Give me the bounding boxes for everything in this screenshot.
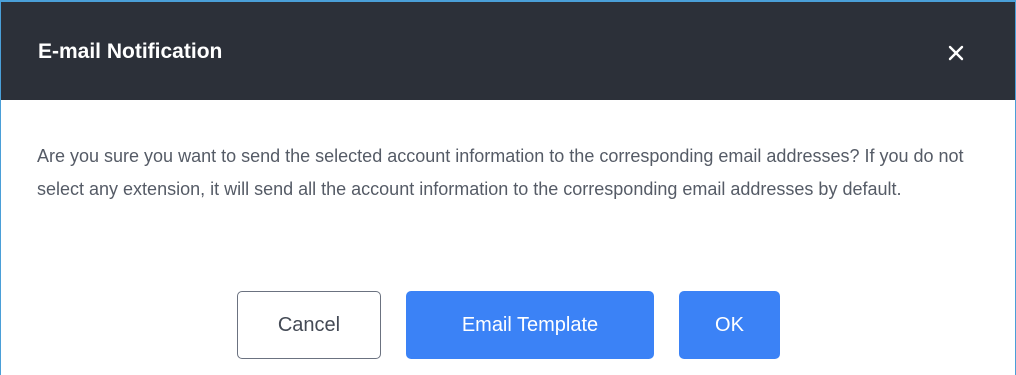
cancel-button[interactable]: Cancel bbox=[237, 291, 381, 359]
dialog-title: E-mail Notification bbox=[38, 40, 223, 63]
dialog-header: E-mail Notification bbox=[1, 2, 1015, 100]
cancel-button-label: Cancel bbox=[277, 314, 341, 336]
email-template-button-label: Email Template bbox=[461, 314, 599, 336]
ok-button-label: OK bbox=[715, 314, 744, 336]
dialog-message: Are you sure you want to send the select… bbox=[37, 146, 964, 199]
email-template-button[interactable]: Email Template bbox=[406, 291, 654, 359]
close-icon bbox=[948, 45, 964, 61]
email-notification-dialog: E-mail Notification Are you sure you wan… bbox=[0, 0, 1016, 375]
close-button[interactable] bbox=[941, 38, 971, 68]
ok-button[interactable]: OK bbox=[679, 291, 780, 359]
